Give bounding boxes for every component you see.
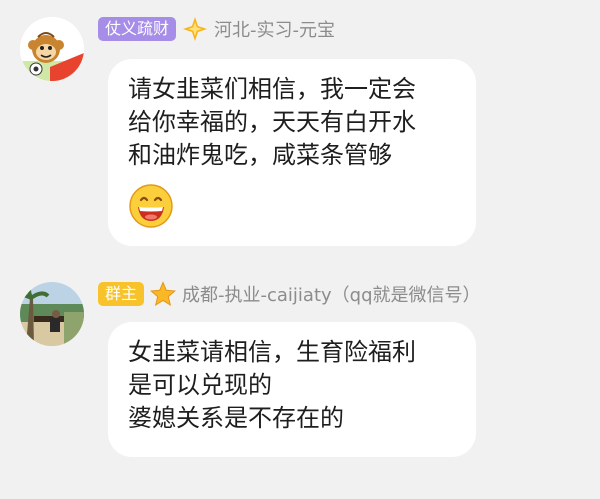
group-owner-badge: 群主	[98, 282, 145, 306]
message-text: 请女韭菜们相信，我一定会 给你幸福的，天天有白开水 和油炸鬼吃，咸菜条管够	[128, 73, 416, 172]
avatar[interactable]	[20, 17, 84, 81]
star-icon	[149, 281, 177, 307]
message-line: 给你幸福的，天天有白开水	[128, 108, 416, 136]
diamond-star-icon	[182, 16, 208, 42]
message-line: 婆媳关系是不存在的	[128, 404, 344, 432]
grinning-face-emoji	[129, 184, 173, 228]
message-header: 仗义疏财 河北-实习-元宝	[98, 15, 335, 43]
sender-name[interactable]: 成都-执业-caijiaty（qq就是微信号）	[182, 281, 481, 307]
beach-photo-avatar	[20, 282, 84, 346]
message-bubble[interactable]: 请女韭菜们相信，我一定会 给你幸福的，天天有白开水 和油炸鬼吃，咸菜条管够	[108, 59, 476, 246]
message-line: 女韭菜请相信，生育险福利	[128, 338, 416, 366]
message-line: 请女韭菜们相信，我一定会	[128, 75, 416, 103]
member-badge: 仗义疏财	[98, 17, 177, 41]
message-header: 群主 成都-执业-caijiaty（qq就是微信号）	[98, 280, 481, 308]
message-line: 是可以兑现的	[128, 371, 272, 399]
avatar[interactable]	[20, 282, 84, 346]
message-line: 和油炸鬼吃，咸菜条管够	[128, 141, 392, 169]
sender-name[interactable]: 河北-实习-元宝	[214, 16, 335, 42]
chat-message: 群主 成都-执业-caijiaty（qq就是微信号） 女韭菜请相信，生育险福利 …	[0, 250, 600, 499]
cartoon-monkey-avatar	[20, 17, 84, 81]
message-bubble[interactable]: 女韭菜请相信，生育险福利 是可以兑现的 婆媳关系是不存在的	[108, 322, 476, 457]
message-text: 女韭菜请相信，生育险福利 是可以兑现的 婆媳关系是不存在的	[128, 336, 416, 435]
chat-message: 仗义疏财 河北-实习-元宝 请女韭菜们相信，我一定会 给你幸福的，天天有白开水 …	[0, 0, 600, 250]
